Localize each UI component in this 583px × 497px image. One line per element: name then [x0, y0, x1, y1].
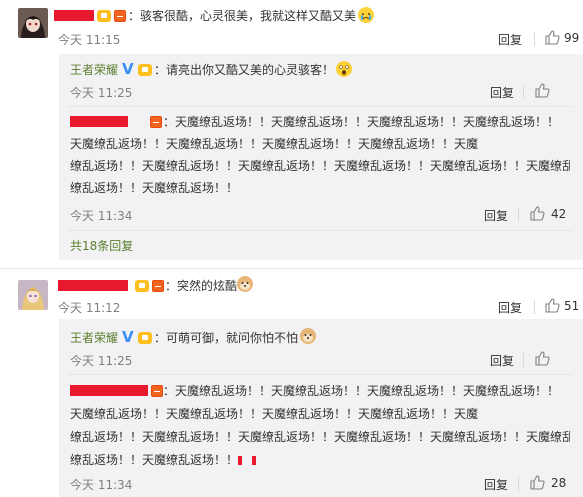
- doge-emoji-icon: [300, 328, 316, 344]
- username-redacted[interactable]: [58, 280, 128, 291]
- vip-icon: [135, 280, 149, 292]
- comment-text: ：突然的炫酷: [165, 279, 238, 293]
- thumbs-up-icon[interactable]: [530, 475, 545, 490]
- username-redacted[interactable]: [70, 116, 128, 127]
- reply-button[interactable]: 回复: [490, 84, 514, 101]
- verified-icon: V: [122, 60, 134, 78]
- vip-icon: [138, 64, 152, 76]
- username-redacted[interactable]: [54, 10, 94, 21]
- flag-icon: [252, 456, 256, 465]
- reply-text-line: 天魔缭乱返场！！天魔缭乱返场！！天魔缭乱返场！！天魔缭乱返场！！天魔: [70, 137, 479, 151]
- badge-icon: [114, 10, 126, 22]
- avatar[interactable]: [18, 280, 48, 310]
- like-count: 42: [551, 207, 567, 221]
- reply-time: 今天 11:25: [70, 354, 133, 368]
- vip-icon: [138, 332, 152, 344]
- like-count: 28: [551, 476, 567, 490]
- reply-time: 今天 11:34: [70, 478, 133, 492]
- thumbs-up-icon[interactable]: [535, 83, 550, 98]
- thumbs-up-icon[interactable]: [545, 298, 560, 313]
- reply-text: ：可萌可御，就问你怕不怕: [154, 331, 299, 345]
- reply-text-line: 缭乱返场！！天魔缭乱返场！！天魔缭乱返场！！天魔缭乱返场！！天魔缭乱返场！！天魔…: [70, 430, 570, 444]
- thumbs-up-icon[interactable]: [545, 30, 560, 45]
- reply-text-line: 天魔缭乱返场！！天魔缭乱返场！！天魔缭乱返场！！天魔缭乱返场！！天魔: [70, 407, 479, 421]
- reply-text-line: 缭乱返场！！天魔缭乱返场！！: [70, 181, 239, 195]
- reply-time: 今天 11:34: [70, 209, 133, 223]
- reply-button[interactable]: 回复: [498, 31, 522, 48]
- thumbs-up-icon[interactable]: [530, 206, 545, 221]
- comment-time: 今天 11:12: [58, 301, 121, 315]
- reply-text: ：请亮出你又酷又美的心灵骇客！: [154, 63, 335, 77]
- badge-icon: [150, 116, 162, 128]
- reply-time: 今天 11:25: [70, 86, 133, 100]
- shocked-face-emoji-icon: [336, 61, 352, 77]
- badge-icon: [151, 385, 163, 397]
- reply-text-line: 缭乱返场！！天魔缭乱返场！！: [70, 453, 239, 467]
- reply-button[interactable]: 回复: [498, 299, 522, 316]
- reply-author[interactable]: 王者荣耀: [70, 330, 118, 346]
- verified-icon: V: [122, 328, 134, 346]
- reply-button[interactable]: 回复: [484, 207, 508, 224]
- like-count: 99: [564, 31, 580, 45]
- reply-button[interactable]: 回复: [484, 476, 508, 493]
- reply-text-line: ：天魔缭乱返场！！天魔缭乱返场！！天魔缭乱返场！！天魔缭乱返场！！: [163, 384, 560, 398]
- reply-text-line: ：天魔缭乱返场！！天魔缭乱返场！！天魔缭乱返场！！天魔缭乱返场！！: [163, 115, 560, 129]
- flag-icon: [238, 456, 242, 465]
- reply-author[interactable]: 王者荣耀: [70, 62, 118, 78]
- reply-button[interactable]: 回复: [490, 352, 514, 369]
- vip-icon: [97, 10, 111, 22]
- username-redacted[interactable]: [70, 385, 148, 396]
- like-count: 51: [564, 299, 580, 313]
- more-replies-link[interactable]: 共18条回复: [70, 238, 133, 254]
- thumbs-up-icon[interactable]: [535, 351, 550, 366]
- crying-face-emoji-icon: [358, 7, 374, 23]
- doge-emoji-icon: [237, 276, 253, 292]
- avatar[interactable]: [18, 8, 48, 38]
- comment-time: 今天 11:15: [58, 33, 121, 47]
- reply-text-line: 缭乱返场！！天魔缭乱返场！！天魔缭乱返场！！天魔缭乱返场！！天魔缭乱返场！！天魔…: [70, 159, 570, 173]
- comment-text: ：骇客很酷，心灵很美，我就这样又酷又美: [128, 9, 357, 23]
- badge-icon: [152, 280, 164, 292]
